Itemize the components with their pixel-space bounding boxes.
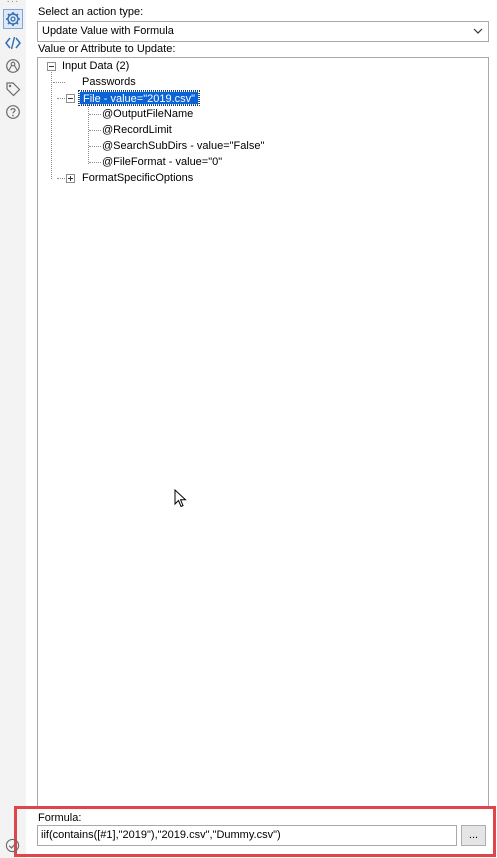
help-icon <box>6 105 20 119</box>
tree-connector <box>53 82 65 83</box>
collapse-file-toggle[interactable] <box>66 94 75 103</box>
action-type-label: Select an action type: <box>38 6 144 18</box>
tree-connector <box>89 114 101 115</box>
code-icon <box>5 36 21 50</box>
tree-connector <box>57 178 65 179</box>
formula-editor-button[interactable]: ... <box>461 825 486 846</box>
action-type-value: Update Value with Formula <box>42 25 174 37</box>
configuration-tab[interactable] <box>3 9 23 29</box>
tree-node-file-format[interactable]: @FileFormat - value="0" <box>102 155 222 169</box>
formula-value: iif(contains([#1],"2019"),"2019.csv","Du… <box>41 829 281 841</box>
tree-node-passwords[interactable]: Passwords <box>82 75 136 89</box>
chevron-down-icon <box>473 28 483 34</box>
annotation-tab[interactable] <box>3 79 23 99</box>
tree-connector <box>89 146 101 147</box>
check-circle-icon <box>5 838 20 853</box>
mouse-pointer-icon <box>174 489 187 508</box>
config-icon-rail: ··· <box>0 0 26 858</box>
action-type-dropdown[interactable]: Update Value with Formula <box>37 21 489 42</box>
connections-icon <box>6 59 20 73</box>
formula-label: Formula: <box>38 812 82 824</box>
tree-node-file[interactable]: File - value="2019.csv" <box>77 90 201 106</box>
tag-icon <box>6 82 21 97</box>
rail-overflow[interactable]: ··· <box>5 0 21 7</box>
connections-tab[interactable] <box>3 56 23 76</box>
tree-node-format-specific-options[interactable]: FormatSpecificOptions <box>82 171 193 185</box>
tree-connector <box>88 104 89 164</box>
tree-label: Value or Attribute to Update: <box>38 43 176 55</box>
gear-icon <box>6 12 20 26</box>
tree-connector <box>89 162 101 163</box>
tree-node-search-sub-dirs[interactable]: @SearchSubDirs - value="False" <box>102 139 264 153</box>
tree-node-record-limit[interactable]: @RecordLimit <box>102 123 172 137</box>
expand-format-options-toggle[interactable] <box>66 174 75 183</box>
attribute-tree[interactable]: Input Data (2) Passwords File - value="2… <box>37 57 489 809</box>
tree-connector <box>51 68 52 179</box>
help-tab[interactable] <box>3 102 23 122</box>
tree-node-input-data[interactable]: Input Data (2) <box>62 59 129 73</box>
xml-view-tab[interactable] <box>3 33 23 53</box>
tree-connector <box>57 98 65 99</box>
formula-input[interactable]: iif(contains([#1],"2019"),"2019.csv","Du… <box>37 825 457 846</box>
tree-connector <box>89 130 101 131</box>
tree-node-output-file-name[interactable]: @OutputFileName <box>102 107 193 121</box>
collapse-root-toggle[interactable] <box>47 62 56 71</box>
